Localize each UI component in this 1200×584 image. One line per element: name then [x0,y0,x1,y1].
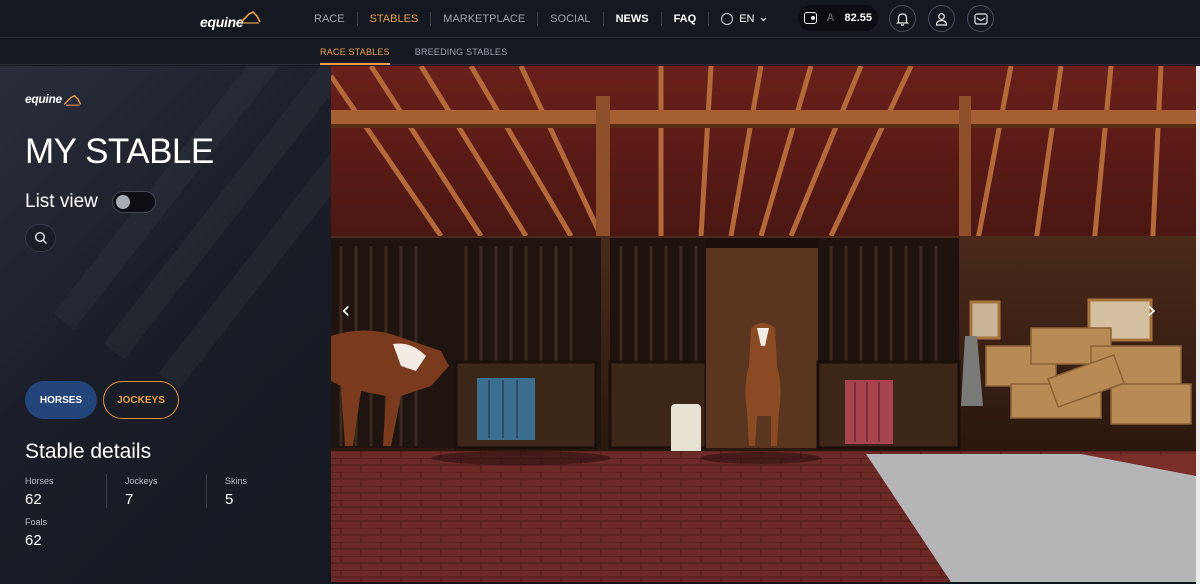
horses-tab-button[interactable]: HORSES [25,381,97,419]
tab-breeding-stables[interactable]: BREEDING STABLES [415,39,508,65]
wallet-balance[interactable]: A 82.55 [798,5,878,31]
horse-head-icon [240,11,262,24]
stat-value: 5 [225,491,234,508]
divider [106,474,107,508]
main-nav: RACE STABLES MARKETPLACE SOCIAL NEWS FAQ… [302,0,779,38]
toggle-knob [115,195,130,209]
stat-value: 7 [125,491,134,508]
stat-value: 62 [25,532,42,549]
user-icon [935,12,948,26]
logo-text: equine [25,92,62,106]
stables-subnav-bar: RACE STABLES BREEDING STABLES [0,39,1200,65]
equine-logo[interactable]: equine [200,6,262,30]
search-icon [34,231,47,244]
stat-skins: Skins 5 [225,476,247,508]
stable-3d-viewport[interactable]: ‹ › [331,66,1196,582]
bell-icon [896,12,909,26]
list-view-toggle[interactable] [111,191,156,213]
previous-stable-arrow[interactable]: ‹ [341,296,351,324]
mail-icon [973,12,988,25]
stable-tabs: HORSES JOCKEYS [25,381,179,419]
nav-race[interactable]: RACE [302,12,357,26]
stat-foals: Foals 62 [25,517,47,549]
stables-subnav: RACE STABLES BREEDING STABLES [320,39,507,65]
sidebar-logo: equine [25,92,82,106]
stat-label: Jockeys [125,476,158,486]
next-stable-arrow[interactable]: › [1147,296,1157,324]
stat-label: Skins [225,476,248,486]
stable-details-heading: Stable details [25,440,152,463]
horse-head-icon [63,94,82,106]
top-navigation-bar: equine RACE STABLES MARKETPLACE SOCIAL N… [0,0,1200,38]
stat-label: Foals [25,517,48,527]
logo-text: equine [200,14,244,30]
page-edge [1196,66,1200,584]
nav-faq[interactable]: FAQ [660,12,709,26]
search-button[interactable] [25,224,56,252]
stable-sidebar: equine MY STABLE List view HORSES JOCKEY… [0,66,331,584]
nav-stables[interactable]: STABLES [356,12,431,26]
nav-social[interactable]: SOCIAL [537,12,602,26]
coin-symbol: A [826,12,835,24]
nav-news[interactable]: NEWS [602,12,661,26]
globe-icon [721,13,734,25]
list-view-row: List view [25,191,156,213]
divider [206,474,207,508]
tab-race-stables[interactable]: RACE STABLES [320,39,390,65]
page-title: MY STABLE [25,132,214,171]
wallet-amount: 82.55 [844,12,872,24]
stat-horses: Horses 62 [25,476,54,508]
stat-value: 62 [25,491,42,508]
profile-button[interactable] [928,5,955,32]
stat-jockeys: Jockeys 7 [125,476,158,508]
jockeys-tab-button[interactable]: JOCKEYS [103,381,179,419]
language-selector[interactable]: EN [708,12,779,26]
language-label: EN [739,13,755,25]
notifications-button[interactable] [889,5,916,32]
wallet-icon [804,12,817,24]
chevron-down-icon [761,17,767,21]
stable-scene-illustration [331,66,1196,582]
nav-marketplace[interactable]: MARKETPLACE [430,12,537,26]
inbox-button[interactable] [967,5,994,32]
stat-label: Horses [25,476,54,486]
list-view-label: List view [25,191,98,212]
